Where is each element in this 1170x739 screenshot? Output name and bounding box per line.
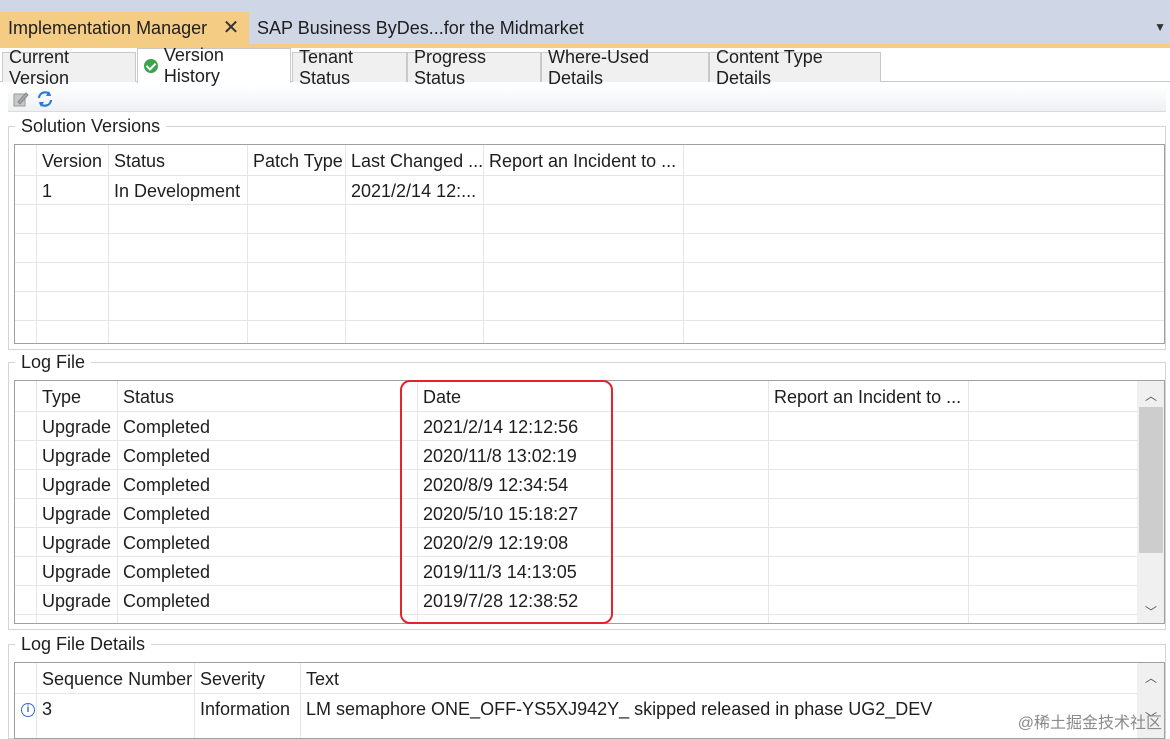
table-cell[interactable]: Completed xyxy=(117,442,417,471)
tab-label: Version History xyxy=(163,45,224,86)
tab-implementation-manager[interactable]: Implementation Manager ✕ xyxy=(0,12,249,44)
tab-label: SAP Business ByDes...for the Midmarket xyxy=(257,17,584,38)
table-cell[interactable]: Completed xyxy=(117,500,417,529)
inner-tab-bar: Current Version Version History Tenant S… xyxy=(0,45,1170,88)
tab-label: Content Type Details xyxy=(716,46,823,88)
table-cell[interactable]: Completed xyxy=(117,558,417,587)
log-file-details-grid: Sequence Number Severity Text i 3 Inform… xyxy=(14,662,1165,739)
tab-label: Tenant Status xyxy=(299,46,354,88)
table-cell[interactable]: 2021/2/14 12:... xyxy=(345,177,483,206)
column-header[interactable]: Version xyxy=(36,147,108,176)
table-cell[interactable]: Completed xyxy=(117,529,417,558)
table-cell[interactable]: Upgrade xyxy=(36,413,117,442)
log-file-details-title: Log File Details xyxy=(15,634,152,655)
watermark: @稀土掘金技术社区 xyxy=(1017,715,1162,732)
column-header[interactable]: Report an Incident to ... xyxy=(768,383,968,412)
tab-where-used-details[interactable]: Where-Used Details xyxy=(541,47,709,88)
tab-label: Implementation Manager xyxy=(8,17,208,38)
table-cell[interactable]: Completed xyxy=(117,471,417,500)
column-header[interactable]: Patch Type xyxy=(247,147,345,176)
table-cell[interactable]: Upgrade xyxy=(36,500,117,529)
scroll-thumb[interactable] xyxy=(1139,407,1163,553)
column-header[interactable]: Last Changed ... xyxy=(345,147,483,176)
close-icon[interactable]: ✕ xyxy=(219,15,243,39)
vertical-scrollbar[interactable]: ︿ ﹀ xyxy=(1137,381,1164,623)
table-cell[interactable]: LM semaphore ONE_OFF-YS5XJ942Y_ skipped … xyxy=(300,695,1120,724)
scroll-up-icon[interactable]: ︿ xyxy=(1139,669,1163,686)
tab-version-history[interactable]: Version History xyxy=(137,45,291,86)
column-header[interactable]: Text xyxy=(300,665,1000,694)
column-header[interactable]: Severity xyxy=(194,665,300,694)
refresh-icon[interactable] xyxy=(36,90,54,108)
tab-current-version[interactable]: Current Version xyxy=(2,47,136,88)
table-cell[interactable]: In Development xyxy=(108,177,247,206)
tab-dropdown-icon[interactable]: ▼ xyxy=(1154,20,1166,34)
column-header[interactable]: Type xyxy=(36,383,117,412)
tab-sap-business-bydesign[interactable]: SAP Business ByDes...for the Midmarket xyxy=(249,12,609,44)
column-header[interactable]: Status xyxy=(117,383,417,412)
tab-progress-status[interactable]: Progress Status xyxy=(407,47,541,88)
table-cell[interactable]: Upgrade xyxy=(36,587,117,616)
edit-icon[interactable] xyxy=(12,90,30,108)
log-file-title: Log File xyxy=(15,352,92,373)
table-cell[interactable]: Upgrade xyxy=(36,529,117,558)
toolbar xyxy=(8,86,1166,112)
tab-label: Current Version xyxy=(9,46,70,88)
table-cell[interactable]: Upgrade xyxy=(36,442,117,471)
tab-tenant-status[interactable]: Tenant Status xyxy=(292,47,407,88)
tab-content-type-details[interactable]: Content Type Details xyxy=(709,47,881,88)
column-header[interactable]: Sequence Number xyxy=(36,665,194,694)
tab-label: Where-Used Details xyxy=(548,46,650,88)
date-highlight-box xyxy=(400,380,613,624)
table-cell[interactable]: Completed xyxy=(117,413,417,442)
table-cell[interactable] xyxy=(483,177,683,206)
info-icon: i xyxy=(21,703,35,717)
solution-versions-grid: Version Status Patch Type Last Changed .… xyxy=(14,144,1165,344)
column-header[interactable]: Status xyxy=(108,147,247,176)
scroll-down-icon[interactable]: ﹀ xyxy=(1139,603,1163,620)
table-cell[interactable]: 1 xyxy=(36,177,108,206)
solution-versions-title: Solution Versions xyxy=(15,116,167,137)
table-cell[interactable]: 3 xyxy=(36,695,194,724)
table-cell[interactable]: Upgrade xyxy=(36,558,117,587)
column-header[interactable]: Report an Incident to ... xyxy=(483,147,683,176)
table-cell[interactable]: Upgrade xyxy=(36,471,117,500)
document-tab-bar: Implementation Manager ✕ SAP Business By… xyxy=(0,0,1170,44)
table-cell[interactable]: Information xyxy=(194,695,300,724)
scroll-up-icon[interactable]: ︿ xyxy=(1139,387,1163,404)
table-cell[interactable] xyxy=(247,177,345,206)
table-cell[interactable]: Completed xyxy=(117,587,417,616)
check-icon xyxy=(144,59,158,73)
tab-label: Progress Status xyxy=(414,46,487,88)
